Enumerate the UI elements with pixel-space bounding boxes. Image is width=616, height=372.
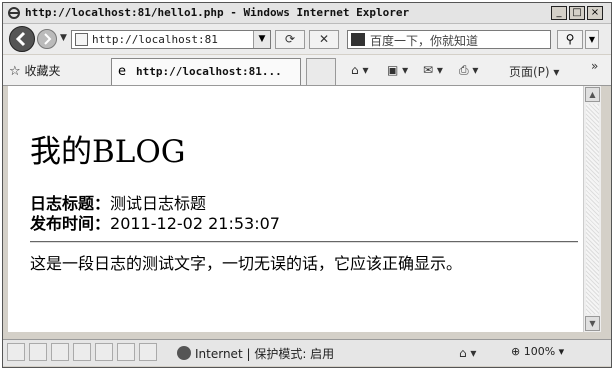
status-segment: [95, 343, 113, 361]
title-bar: http://localhost:81/hello1.php - Windows…: [3, 3, 611, 24]
page-heading: 我的BLOG: [30, 134, 186, 170]
close-button[interactable]: ×: [587, 6, 603, 20]
window-title: http://localhost:81/hello1.php - Windows…: [25, 6, 410, 19]
scroll-down-button[interactable]: ▼: [585, 316, 600, 331]
search-button[interactable]: ⚲: [557, 30, 583, 49]
search-options-button[interactable]: ▼: [585, 30, 599, 49]
history-dropdown-icon[interactable]: ▼: [60, 33, 67, 43]
status-segment: [51, 343, 69, 361]
forward-button[interactable]: [37, 29, 57, 49]
page-content: 我的BLOG 日志标题：测试日志标题 发布时间：2011-12-02 21:53…: [8, 86, 583, 332]
protected-mode-label: 保护模式: 启用: [254, 347, 335, 361]
search-placeholder: 百度一下，你就知道: [370, 34, 479, 48]
address-toolbar: ▼ http://localhost:81 ▼ ⟳ ✕ 百度一下，你就知道 ⚲ …: [3, 24, 611, 54]
more-commands-button[interactable]: »: [591, 59, 598, 73]
back-icon: [15, 31, 26, 47]
home-button[interactable]: ⌂ ▾: [351, 63, 368, 77]
status-segment: [117, 343, 135, 361]
back-button[interactable]: [9, 26, 35, 52]
status-segment: [29, 343, 47, 361]
search-icon: ⚲: [565, 32, 575, 46]
lock-button[interactable]: ⌂ ▾: [459, 346, 476, 360]
post-date-label: 发布时间：: [30, 214, 111, 233]
print-button[interactable]: ⎙ ▾: [459, 63, 478, 78]
zoom-value: 100%: [523, 345, 556, 358]
status-segment: [139, 343, 157, 361]
status-bar: Internet | 保护模式: 启用 ⌂ ▾ ⊕ 100% ▾: [3, 339, 611, 366]
home-icon: ⌂: [351, 63, 359, 77]
scroll-track[interactable]: [586, 104, 599, 314]
search-input[interactable]: 百度一下，你就知道: [347, 30, 551, 49]
forward-icon: [44, 33, 52, 45]
status-segment: [73, 343, 91, 361]
page-menu-button[interactable]: 页面(P) ▾: [509, 63, 559, 80]
feeds-button[interactable]: ▣ ▾: [387, 63, 408, 77]
feeds-icon: ▣: [387, 63, 399, 77]
print-icon: ⎙: [459, 63, 469, 77]
ie-logo-icon: [8, 7, 20, 19]
stop-button[interactable]: ✕: [309, 30, 339, 49]
favorites-label: 收藏夹: [24, 64, 61, 78]
mail-icon: ✉: [423, 63, 434, 77]
page-icon: [75, 33, 88, 46]
security-zone[interactable]: Internet | 保护模式: 启用: [177, 345, 334, 362]
post-date-value: 2011-12-02 21:53:07: [110, 214, 280, 233]
star-icon: ☆: [9, 64, 21, 79]
browser-window: http://localhost:81/hello1.php - Windows…: [2, 2, 612, 368]
address-field[interactable]: http://localhost:81 ▼: [71, 30, 271, 49]
tab-label: http://localhost:81...: [136, 65, 282, 78]
maximize-button[interactable]: □: [569, 6, 585, 20]
favorites-button[interactable]: ☆ 收藏夹: [9, 62, 61, 79]
stop-icon: ✕: [318, 32, 330, 46]
zone-label: Internet: [195, 347, 243, 361]
minimize-button[interactable]: _: [551, 6, 567, 20]
tab-toolbar: ☆ 收藏夹 e http://localhost:81... ⌂ ▾ ▣ ▾ ✉…: [3, 55, 611, 86]
scroll-up-button[interactable]: ▲: [585, 87, 600, 102]
post-date-line: 发布时间：2011-12-02 21:53:07: [30, 210, 280, 234]
vertical-scrollbar[interactable]: ▲ ▼: [583, 86, 601, 332]
post-body: 这是一段日志的测试文字，一切无误的话，它应该正确显示。: [30, 254, 463, 273]
status-segment: [7, 343, 25, 361]
mail-button[interactable]: ✉ ▾: [423, 63, 443, 77]
address-dropdown[interactable]: ▼: [253, 31, 270, 48]
address-url: http://localhost:81: [92, 33, 218, 46]
divider: [30, 241, 578, 243]
refresh-icon: ⟳: [284, 32, 296, 46]
globe-icon: [177, 346, 191, 360]
ie-tab-icon: e: [118, 64, 126, 79]
page-menu-label: 页面(P): [509, 65, 550, 79]
tab-current[interactable]: e http://localhost:81...: [111, 58, 301, 85]
refresh-button[interactable]: ⟳: [275, 30, 305, 49]
baidu-icon: [351, 33, 365, 46]
new-tab-button[interactable]: [306, 58, 336, 85]
zoom-button[interactable]: ⊕ 100% ▾: [511, 345, 564, 358]
